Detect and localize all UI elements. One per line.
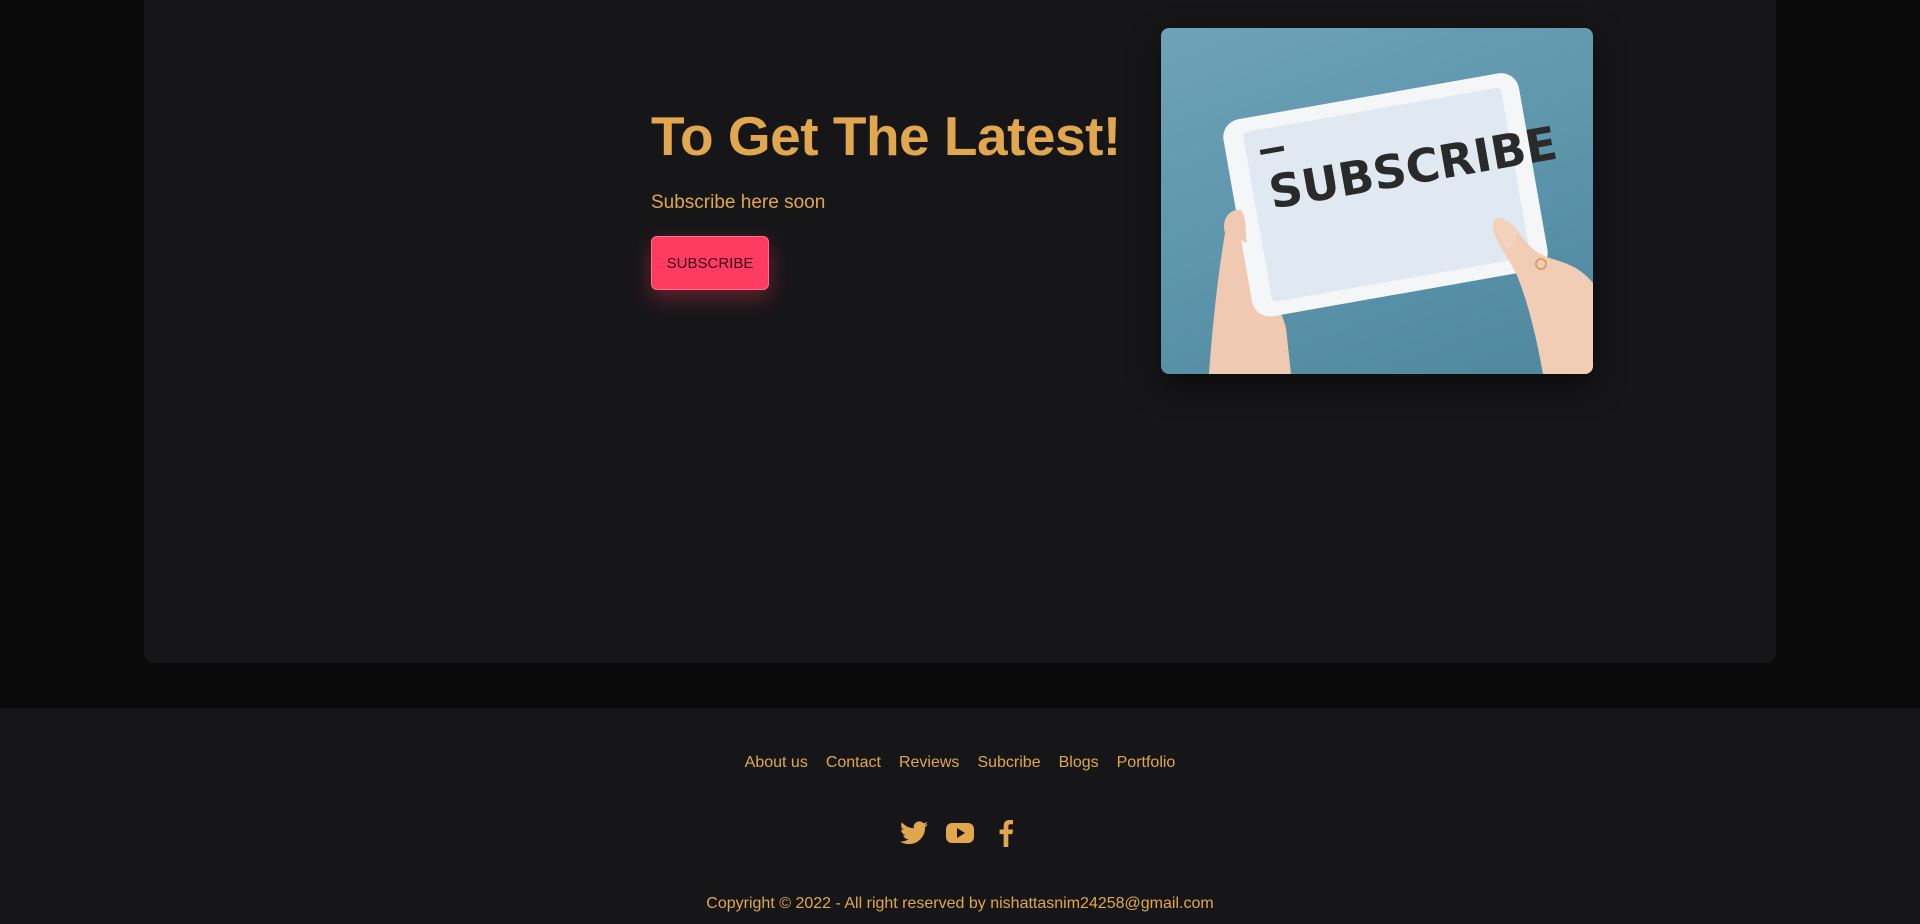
footer-link-blogs[interactable]: Blogs (1059, 754, 1099, 772)
footer-nav: About us Contact Reviews Subcribe Blogs … (0, 754, 1920, 772)
footer-link-reviews[interactable]: Reviews (899, 754, 959, 772)
footer-link-about[interactable]: About us (745, 754, 808, 772)
subscribe-image: SUBSCRIBE (1161, 28, 1593, 374)
twitter-icon[interactable] (900, 818, 928, 848)
social-links (0, 818, 1920, 848)
youtube-icon[interactable] (946, 818, 974, 848)
hero-title: To Get The Latest! (651, 105, 1121, 167)
subscribe-button[interactable]: SUBSCRIBE (651, 236, 769, 290)
copyright-text: Copyright © 2022 - All right reserved by… (706, 895, 1214, 912)
footer-link-contact[interactable]: Contact (826, 754, 881, 772)
footer-link-portfolio[interactable]: Portfolio (1117, 754, 1176, 772)
facebook-icon[interactable] (992, 818, 1020, 848)
subscribe-section: To Get The Latest! Subscribe here soon S… (144, 0, 1776, 663)
hero-text: To Get The Latest! Subscribe here soon S… (651, 100, 1121, 290)
footer: About us Contact Reviews Subcribe Blogs … (0, 708, 1920, 924)
hero-subtitle: Subscribe here soon (651, 192, 826, 213)
footer-link-subscribe[interactable]: Subcribe (977, 754, 1040, 772)
